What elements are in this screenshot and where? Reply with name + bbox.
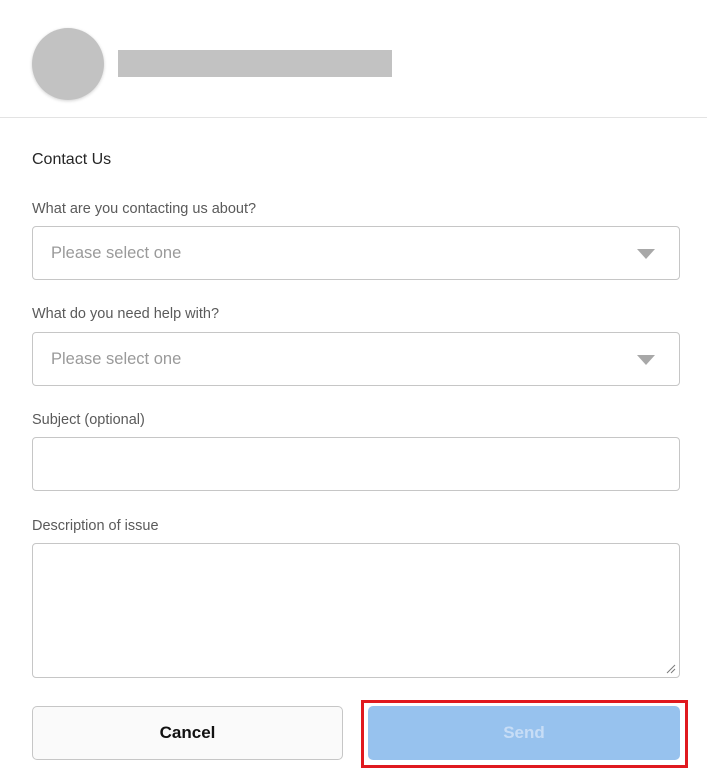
profile-name-placeholder (118, 50, 392, 77)
profile-header (0, 0, 707, 118)
description-label: Description of issue (32, 518, 159, 534)
topic-select[interactable]: Please select one (32, 226, 680, 280)
help-label: What do you need help with? (32, 306, 220, 322)
chevron-down-icon (637, 355, 655, 365)
cancel-button[interactable]: Cancel (32, 706, 343, 760)
subject-label: Subject (optional) (32, 412, 145, 428)
help-select[interactable]: Please select one (32, 332, 680, 386)
subject-input[interactable] (32, 437, 680, 491)
help-select-value: Please select one (51, 350, 182, 368)
send-button[interactable]: Send (368, 706, 680, 760)
topic-label: What are you contacting us about? (32, 201, 257, 217)
page-title: Contact Us (32, 151, 112, 168)
resize-handle-icon[interactable] (666, 664, 676, 674)
avatar (32, 28, 104, 100)
topic-select-value: Please select one (51, 244, 182, 262)
description-textarea[interactable] (32, 543, 680, 678)
chevron-down-icon (637, 249, 655, 259)
